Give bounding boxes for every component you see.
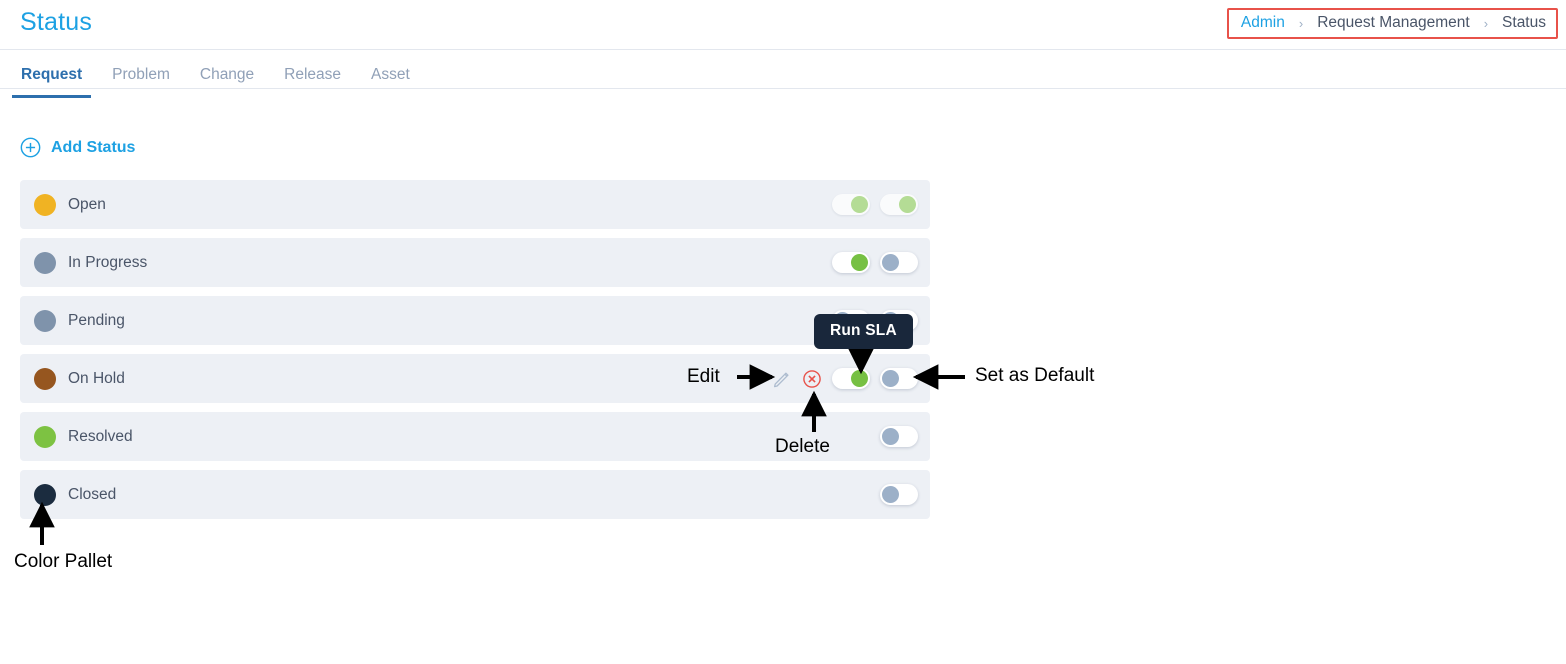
status-row-open[interactable]: Open bbox=[20, 180, 930, 229]
color-pallet-swatch[interactable] bbox=[34, 309, 56, 332]
color-pallet-swatch[interactable] bbox=[34, 251, 56, 274]
set-as-default-toggle[interactable] bbox=[880, 194, 918, 215]
tab-request[interactable]: Request bbox=[6, 51, 97, 98]
status-name: Pending bbox=[68, 311, 125, 329]
module-tabs: Request Problem Change Release Asset bbox=[0, 51, 1566, 98]
edit-pencil-icon[interactable] bbox=[772, 369, 792, 389]
breadcrumb-item-request-management[interactable]: Request Management bbox=[1317, 14, 1470, 32]
annotation-delete: Delete bbox=[775, 436, 830, 457]
page-header: Status Admin › Request Management › Stat… bbox=[0, 0, 1566, 50]
toggle-knob bbox=[882, 428, 899, 445]
toggle-knob bbox=[899, 196, 916, 213]
status-name: On Hold bbox=[68, 369, 125, 387]
run-sla-toggle[interactable] bbox=[832, 194, 870, 215]
row-actions bbox=[832, 180, 926, 229]
run-sla-tooltip: Run SLA bbox=[814, 314, 913, 349]
color-pallet-swatch[interactable] bbox=[34, 483, 56, 506]
tab-problem[interactable]: Problem bbox=[97, 51, 185, 97]
annotation-color-pallet: Color Pallet bbox=[14, 551, 113, 572]
set-as-default-toggle[interactable] bbox=[880, 484, 918, 505]
breadcrumb-separator-icon: › bbox=[1483, 15, 1489, 31]
annotation-edit: Edit bbox=[687, 366, 720, 387]
run-sla-toggle[interactable] bbox=[832, 252, 870, 273]
toggle-knob bbox=[882, 370, 899, 387]
status-row-closed[interactable]: Closed bbox=[20, 470, 930, 519]
toggle-knob bbox=[851, 370, 868, 387]
row-actions bbox=[832, 238, 926, 287]
row-actions bbox=[880, 470, 926, 519]
breadcrumb: Admin › Request Management › Status bbox=[1226, 8, 1558, 39]
plus-circle-icon bbox=[20, 137, 41, 158]
add-status-button[interactable]: Add Status bbox=[20, 137, 135, 158]
tab-change[interactable]: Change bbox=[185, 51, 269, 97]
run-sla-toggle[interactable] bbox=[832, 368, 870, 389]
toggle-knob bbox=[851, 254, 868, 271]
status-row-in-progress[interactable]: In Progress bbox=[20, 238, 930, 287]
tab-release[interactable]: Release bbox=[269, 51, 356, 97]
status-list: Open In Progress Pending On Hold Resolve… bbox=[20, 180, 930, 528]
toggle-knob bbox=[851, 196, 868, 213]
status-row-on-hold[interactable]: On Hold bbox=[20, 354, 930, 403]
color-pallet-swatch[interactable] bbox=[34, 367, 56, 390]
breadcrumb-item-admin[interactable]: Admin bbox=[1241, 14, 1285, 32]
delete-circle-x-icon[interactable] bbox=[802, 369, 822, 389]
status-name: Open bbox=[68, 195, 106, 213]
set-as-default-toggle[interactable] bbox=[880, 426, 918, 447]
breadcrumb-item-status: Status bbox=[1502, 14, 1546, 31]
toggle-knob bbox=[882, 254, 899, 271]
status-admin-page: Status Admin › Request Management › Stat… bbox=[0, 0, 1566, 664]
add-status-label: Add Status bbox=[51, 138, 136, 156]
status-name: In Progress bbox=[68, 253, 148, 271]
status-row-pending[interactable]: Pending bbox=[20, 296, 930, 345]
color-pallet-swatch[interactable] bbox=[34, 425, 56, 448]
row-actions bbox=[772, 354, 926, 403]
page-title: Status bbox=[20, 8, 93, 36]
set-as-default-toggle[interactable] bbox=[880, 368, 918, 389]
row-actions bbox=[880, 412, 926, 461]
status-name: Resolved bbox=[68, 427, 133, 445]
toggle-knob bbox=[882, 486, 899, 503]
tab-asset[interactable]: Asset bbox=[356, 51, 425, 97]
status-name: Closed bbox=[68, 485, 117, 503]
breadcrumb-separator-icon: › bbox=[1298, 15, 1304, 31]
set-as-default-toggle[interactable] bbox=[880, 252, 918, 273]
annotation-set-as-default: Set as Default bbox=[975, 365, 1095, 386]
color-pallet-swatch[interactable] bbox=[34, 193, 56, 216]
